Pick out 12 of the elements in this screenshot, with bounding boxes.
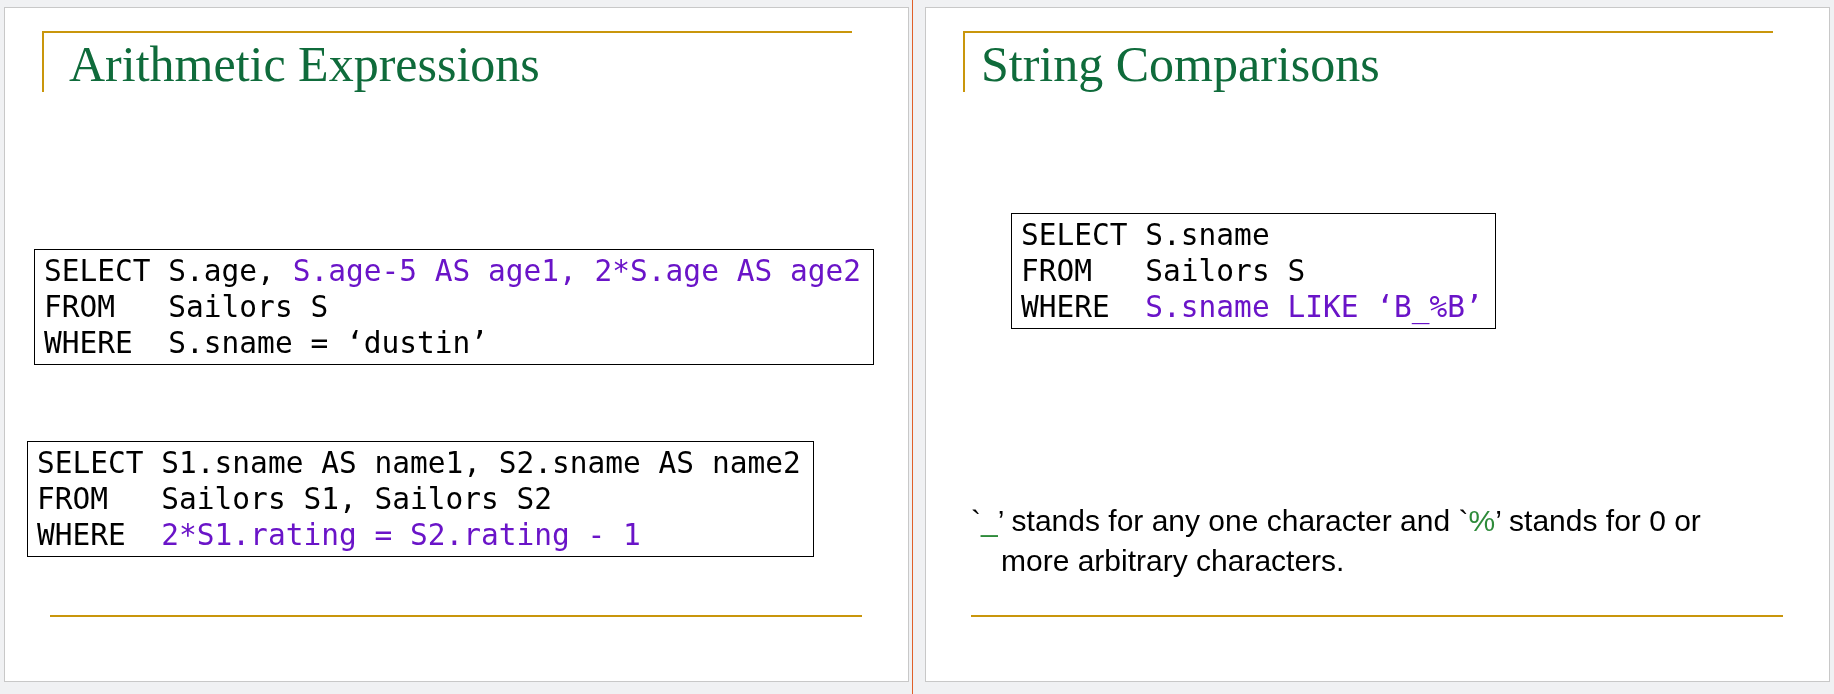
code-line: WHERE S.sname = ‘dustin’	[44, 325, 489, 361]
code-line: SELECT S.sname	[1021, 217, 1271, 253]
code-line: WHERE S.sname LIKE ‘B_%B’	[1021, 289, 1483, 325]
code-line: FROM Sailors S	[1021, 253, 1307, 289]
code-line: WHERE 2*S1.rating = S2.rating - 1	[37, 517, 642, 553]
slide-title: String Comparisons	[981, 35, 1380, 94]
note-text: `_’ stands for any one character and `%’ stands for 0 or more arbitrary characters.	[971, 503, 1702, 579]
slide-title: Arithmetic Expressions	[69, 35, 540, 94]
code-line: SELECT S1.sname AS name1, S2.sname AS name2	[37, 445, 801, 481]
code-line: FROM Sailors S1, Sailors S2	[37, 481, 554, 517]
code-line: SELECT S.age, S.age-5 AS age1, 2*S.age AS age2	[44, 253, 861, 289]
code-line: FROM Sailors S	[44, 289, 330, 325]
